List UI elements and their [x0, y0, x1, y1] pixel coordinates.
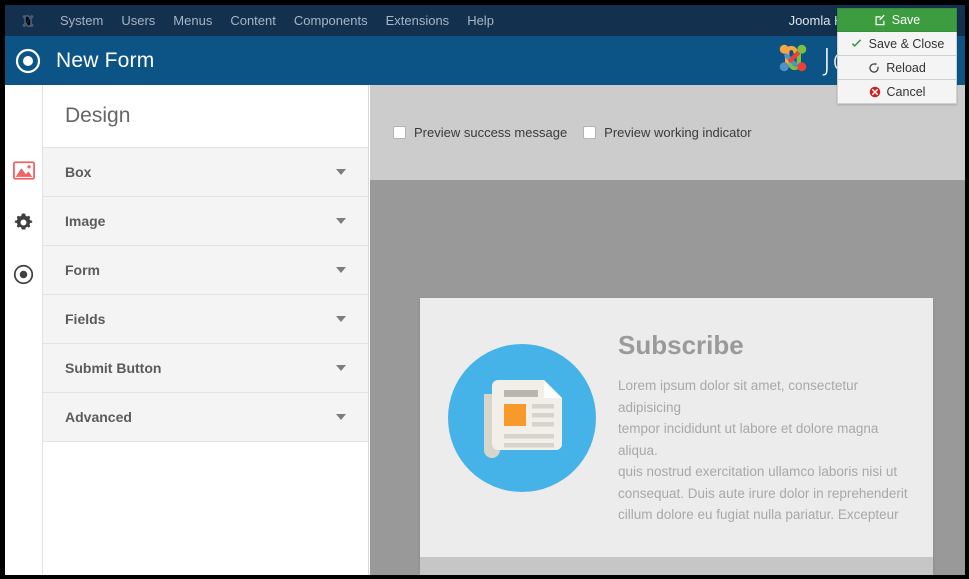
checkbox[interactable]	[393, 126, 406, 139]
preview-working-indicator-option[interactable]: Preview working indicator	[583, 125, 752, 140]
pencil-square-icon	[874, 14, 886, 26]
page-title: New Form	[56, 48, 155, 72]
subscribe-card-text: Subscribe Lorem ipsum dolor sit amet, co…	[618, 326, 908, 526]
rail-item-settings[interactable]	[11, 212, 37, 238]
accordion-heading: Design	[43, 85, 368, 148]
subscribe-body-line: Lorem ipsum dolor sit amet, consectetur	[618, 378, 859, 393]
chevron-down-icon	[336, 316, 346, 322]
newspaper-icon	[448, 344, 596, 492]
preview-success-message-label: Preview success message	[414, 125, 568, 140]
chevron-down-icon	[336, 267, 346, 273]
admin-menu: System Users Menus Content Components Ex…	[51, 5, 503, 36]
gear-icon	[13, 212, 34, 238]
subscribe-body-line: cillum dolore eu fugiat nulla pariatur. …	[618, 507, 899, 522]
subscribe-body-line: consequat. Duis aute irure dolor in repr…	[618, 485, 908, 501]
menu-item-components[interactable]: Components	[285, 5, 377, 36]
chevron-down-icon	[336, 169, 346, 175]
chevron-down-icon	[336, 218, 346, 224]
preview-success-message-option[interactable]: Preview success message	[393, 125, 567, 140]
save-and-close-label: Save & Close	[868, 36, 945, 51]
subscribe-title: Subscribe	[618, 330, 744, 360]
check-icon	[850, 38, 863, 50]
preview-working-indicator-label: Preview working indicator	[604, 125, 752, 140]
page-header: New Form Joomla!®	[5, 36, 965, 85]
menu-item-extensions[interactable]: Extensions	[377, 5, 459, 36]
email-field[interactable]	[444, 575, 780, 579]
subscribe-body-line: aliqua.	[618, 442, 658, 458]
rail-item-image[interactable]	[11, 160, 37, 186]
accordion-section-label: Image	[65, 213, 106, 229]
subscribe-body: Lorem ipsum dolor sit amet, consectetur …	[618, 375, 908, 526]
chevron-down-icon	[336, 414, 346, 420]
radio-circle-icon	[5, 36, 51, 85]
chevron-down-icon	[336, 365, 346, 371]
checkbox[interactable]	[583, 126, 597, 139]
subscribe-body-line: adipisicing	[618, 399, 682, 415]
submit-button[interactable]: Submit	[794, 575, 909, 579]
joomla-admin-window: System Users Menus Content Components Ex…	[0, 0, 969, 579]
subscribe-form: Submit	[420, 557, 933, 579]
preview-stage: Subscribe Lorem ipsum dolor sit amet, co…	[370, 180, 965, 575]
accordion-section-label: Advanced	[65, 409, 132, 425]
refresh-icon	[868, 62, 880, 74]
accordion-section-label: Box	[65, 164, 92, 180]
cancel-button[interactable]: Cancel	[837, 80, 957, 104]
menu-item-system[interactable]: System	[51, 5, 112, 36]
subscribe-body-line: quis nostrud exercitation ullamco labori…	[618, 464, 898, 479]
joomla-logo-icon[interactable]	[5, 5, 51, 36]
menu-item-content[interactable]: Content	[221, 5, 285, 36]
icon-rail	[5, 85, 43, 575]
accordion-filler	[43, 442, 368, 562]
accordion-section-label: Fields	[65, 311, 106, 327]
accordion-section-label: Form	[65, 262, 100, 278]
menu-item-help[interactable]: Help	[458, 5, 503, 36]
accordion-section-advanced[interactable]: Advanced	[43, 393, 368, 442]
accordion-section-box[interactable]: Box	[43, 148, 368, 197]
subscribe-card-content: Subscribe Lorem ipsum dolor sit amet, co…	[420, 298, 933, 557]
subscribe-card: Subscribe Lorem ipsum dolor sit amet, co…	[420, 298, 933, 579]
joomla-brand-icon	[773, 38, 813, 83]
target-circle-icon	[13, 264, 34, 290]
menu-item-users[interactable]: Users	[112, 5, 164, 36]
reload-button-label: Reload	[886, 60, 926, 75]
accordion-section-fields[interactable]: Fields	[43, 295, 368, 344]
design-accordion: Design Box Image Form Fields Submit Butt…	[43, 85, 369, 575]
editor-body: Design Box Image Form Fields Submit Butt…	[5, 85, 965, 575]
accordion-section-label: Submit Button	[65, 360, 162, 376]
preview-canvas: Preview success message Preview working …	[370, 85, 965, 575]
accordion-heading-label: Design	[65, 104, 131, 127]
accordion-section-form[interactable]: Form	[43, 246, 368, 295]
menu-item-menus[interactable]: Menus	[164, 5, 221, 36]
cancel-button-label: Cancel	[886, 84, 926, 99]
subscribe-body-line: tempor incididunt ut labore et dolore ma…	[618, 421, 879, 436]
accordion-section-submit-button[interactable]: Submit Button	[43, 344, 368, 393]
save-and-close-button[interactable]: Save & Close	[837, 32, 957, 56]
save-button[interactable]: Save	[837, 8, 957, 32]
image-icon	[12, 161, 35, 185]
accordion-section-image[interactable]: Image	[43, 197, 368, 246]
rail-item-target[interactable]	[11, 264, 37, 290]
reload-button[interactable]: Reload	[837, 56, 957, 80]
admin-topbar: System Users Menus Content Components Ex…	[5, 5, 965, 36]
save-button-label: Save	[891, 13, 921, 27]
editor-toolbar: Save Save & Close Reload Cancel	[837, 8, 957, 104]
cancel-circle-icon	[869, 86, 881, 98]
